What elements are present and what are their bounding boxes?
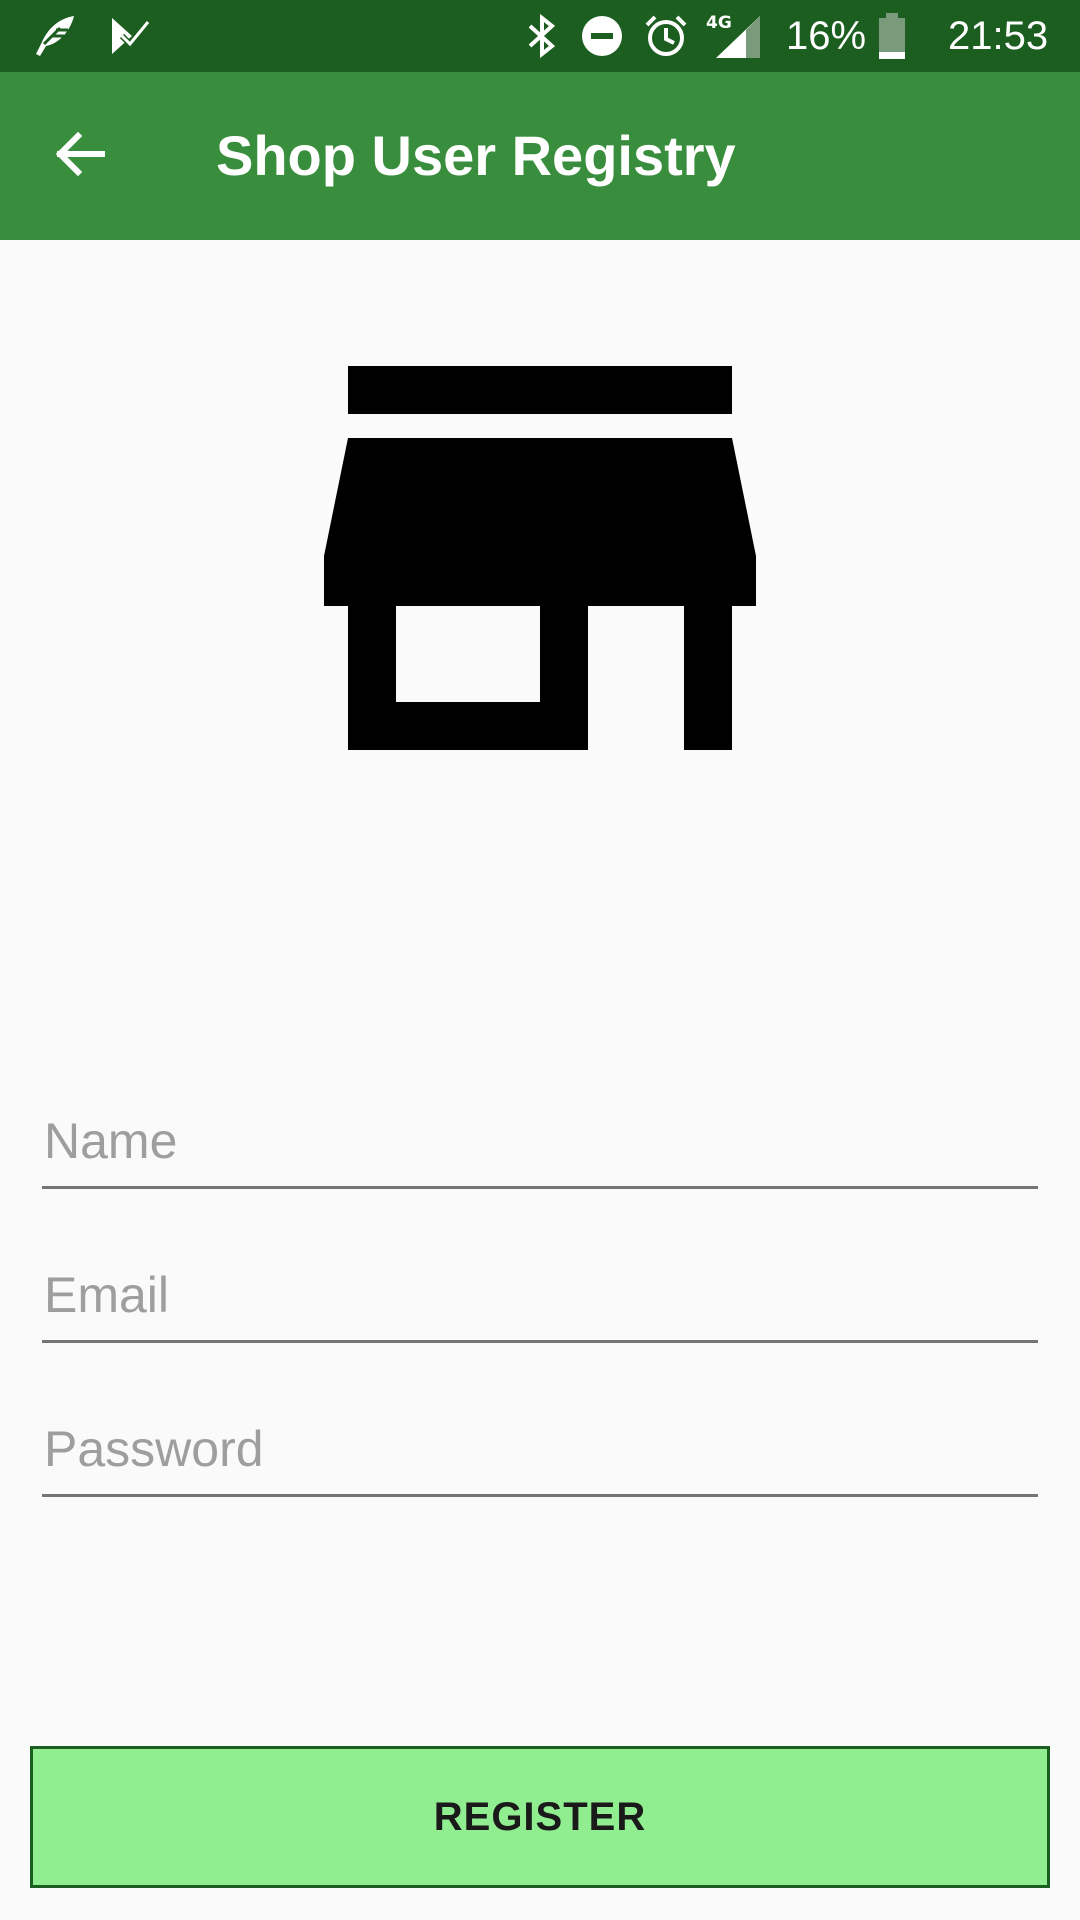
battery-icon xyxy=(876,10,908,62)
alarm-icon xyxy=(642,10,690,62)
name-field[interactable] xyxy=(42,1096,1038,1189)
password-field[interactable] xyxy=(42,1404,1038,1497)
app-bar: Shop User Registry xyxy=(0,72,1080,240)
checkmark-app-icon xyxy=(104,10,156,62)
status-time: 21:53 xyxy=(948,14,1049,58)
email-input[interactable] xyxy=(42,1250,1038,1340)
password-input[interactable] xyxy=(42,1404,1038,1494)
battery-percent: 16% xyxy=(786,14,867,58)
name-input[interactable] xyxy=(42,1096,1038,1186)
do-not-disturb-icon xyxy=(578,10,626,62)
bluetooth-icon xyxy=(520,10,564,62)
register-button[interactable]: REGISTER xyxy=(30,1746,1050,1888)
back-button[interactable] xyxy=(40,120,120,192)
store-icon xyxy=(310,350,770,770)
signal-4g-icon: 4G xyxy=(706,10,762,62)
status-bar: 4G 16% 21:53 xyxy=(0,0,1080,72)
network-label: 4G xyxy=(706,13,732,33)
feather-app-icon xyxy=(28,10,80,62)
arrow-back-icon xyxy=(54,128,106,185)
page-title: Shop User Registry xyxy=(216,124,736,187)
email-field[interactable] xyxy=(42,1250,1038,1343)
